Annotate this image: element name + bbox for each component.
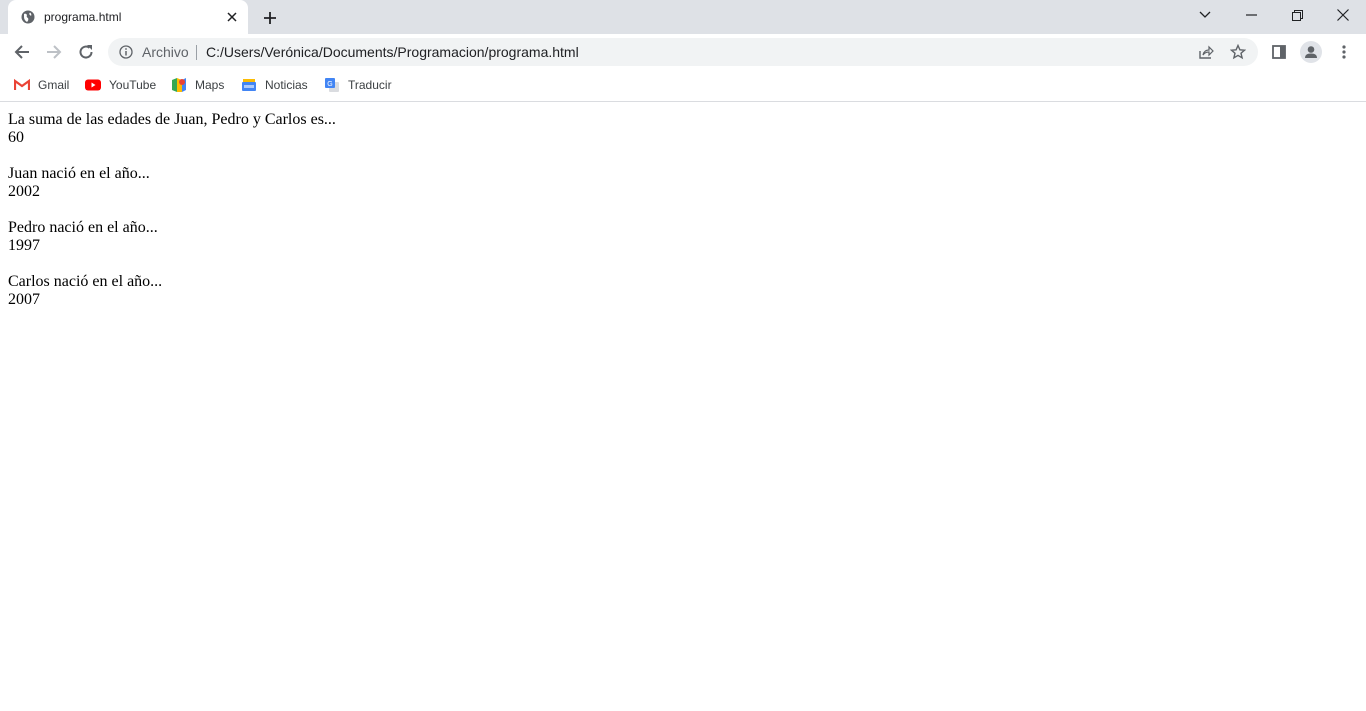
profile-avatar-icon[interactable] xyxy=(1297,38,1325,66)
bookmark-noticias[interactable]: Noticias xyxy=(241,76,308,94)
globe-icon xyxy=(21,10,35,24)
bookmarks-bar: Gmail YouTube Maps Noticias G Traducir xyxy=(0,70,1366,102)
bookmark-youtube[interactable]: YouTube xyxy=(85,76,156,94)
juan-block: Juan nació en el año... 2002 xyxy=(8,165,336,201)
close-window-icon[interactable] xyxy=(1320,0,1366,30)
title-bar: programa.html xyxy=(0,0,1366,34)
security-chip[interactable]: Archivo xyxy=(142,44,189,60)
tab-search-icon[interactable] xyxy=(1182,0,1228,30)
browser-tab[interactable]: programa.html xyxy=(8,0,248,34)
bookmark-traducir[interactable]: G Traducir xyxy=(324,76,392,94)
carlos-label: Carlos nació en el año... xyxy=(8,273,163,290)
forward-icon[interactable] xyxy=(40,38,68,66)
sum-label: La suma de las edades de Juan, Pedro y C… xyxy=(8,111,336,128)
gmail-icon xyxy=(13,77,31,93)
juan-label: Juan nació en el año... xyxy=(8,165,150,182)
bookmark-maps[interactable]: Maps xyxy=(171,76,224,94)
share-icon[interactable] xyxy=(1198,44,1214,60)
address-bar[interactable]: Archivo C:/Users/Verónica/Documents/Prog… xyxy=(108,38,1258,66)
tab-title: programa.html xyxy=(44,10,122,24)
news-icon xyxy=(241,77,257,93)
back-icon[interactable] xyxy=(8,38,36,66)
url-text[interactable]: C:/Users/Verónica/Documents/Programacion… xyxy=(206,44,579,60)
bookmark-label: Gmail xyxy=(38,78,70,92)
bookmark-label: Noticias xyxy=(265,78,308,92)
sum-block: La suma de las edades de Juan, Pedro y C… xyxy=(8,111,336,147)
menu-icon[interactable] xyxy=(1330,38,1358,66)
bookmark-star-icon[interactable] xyxy=(1229,43,1247,60)
carlos-block: Carlos nació en el año... 2007 xyxy=(8,273,336,309)
bookmark-gmail[interactable]: Gmail xyxy=(13,76,70,94)
restore-icon[interactable] xyxy=(1274,0,1320,30)
carlos-year: 2007 xyxy=(8,291,40,308)
pedro-block: Pedro nació en el año... 1997 xyxy=(8,219,336,255)
close-tab-icon[interactable] xyxy=(224,9,240,25)
new-tab-button[interactable] xyxy=(260,8,280,28)
bookmark-label: Maps xyxy=(195,78,225,92)
juan-year: 2002 xyxy=(8,183,40,200)
omnibox-separator xyxy=(196,45,197,60)
sum-value: 60 xyxy=(8,129,24,146)
pedro-year: 1997 xyxy=(8,237,40,254)
bookmark-label: YouTube xyxy=(109,78,157,92)
toolbar: Archivo C:/Users/Verónica/Documents/Prog… xyxy=(0,34,1366,70)
svg-text:G: G xyxy=(327,81,332,88)
page-content: La suma de las edades de Juan, Pedro y C… xyxy=(8,111,336,327)
side-panel-icon[interactable] xyxy=(1265,38,1293,66)
bookmark-label: Traducir xyxy=(348,78,392,92)
youtube-icon xyxy=(85,77,101,93)
maps-icon xyxy=(171,77,187,93)
minimize-icon[interactable] xyxy=(1228,0,1274,30)
reload-icon[interactable] xyxy=(72,38,100,66)
translate-icon: G xyxy=(324,77,340,93)
info-icon[interactable] xyxy=(119,45,133,59)
pedro-label: Pedro nació en el año... xyxy=(8,219,158,236)
